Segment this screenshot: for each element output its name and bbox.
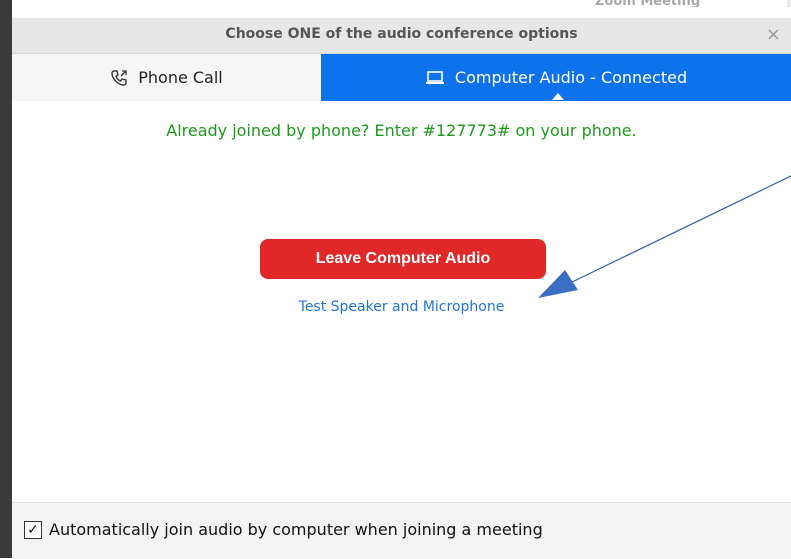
- dialog-titlebar: Choose ONE of the audio conference optio…: [12, 18, 791, 54]
- dialog-footer: ✓ Automatically join audio by computer w…: [12, 502, 791, 559]
- test-speaker-microphone-link[interactable]: Test Speaker and Microphone: [12, 299, 791, 315]
- auto-join-label[interactable]: Automatically join audio by computer whe…: [49, 520, 543, 539]
- laptop-icon: [425, 70, 444, 84]
- screen: Zoom Meeting Choose ONE of the audio con…: [0, 0, 791, 559]
- audio-tabs: Phone Call Computer Audio - Connected: [12, 54, 791, 101]
- tab-phone-call[interactable]: Phone Call: [12, 54, 321, 101]
- tab-phone-call-label: Phone Call: [138, 68, 223, 87]
- leave-computer-audio-button[interactable]: Leave Computer Audio: [260, 239, 546, 279]
- auto-join-checkbox[interactable]: ✓: [24, 521, 42, 539]
- close-icon[interactable]: ×: [766, 24, 781, 45]
- audio-options-dialog: Choose ONE of the audio conference optio…: [12, 7, 791, 559]
- background-window-edge: [0, 0, 12, 558]
- dialog-title: Choose ONE of the audio conference optio…: [225, 26, 578, 42]
- tab-computer-audio-label: Computer Audio - Connected: [454, 68, 688, 87]
- phone-icon: [111, 69, 127, 86]
- active-tab-indicator: [552, 93, 564, 100]
- joined-by-phone-message: Already joined by phone? Enter #127773# …: [166, 121, 637, 140]
